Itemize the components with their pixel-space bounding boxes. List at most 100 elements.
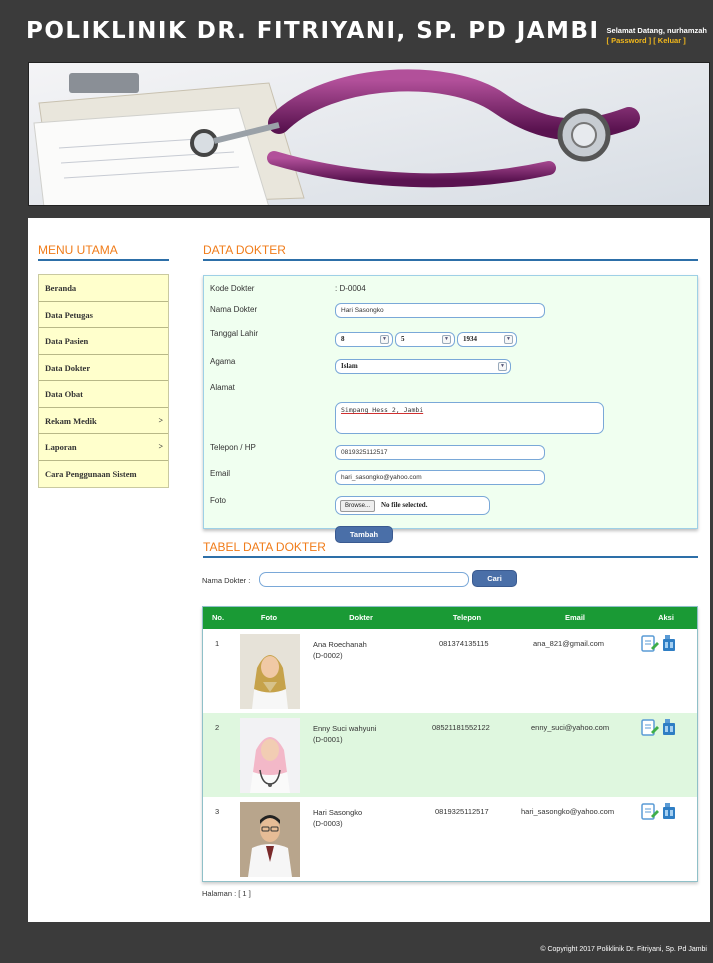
search-input[interactable] <box>259 572 469 587</box>
row-actions <box>640 801 680 823</box>
tanggal-year-select[interactable]: 1934 ▼ <box>457 332 517 347</box>
col-dokter: Dokter <box>349 613 373 622</box>
telepon-input[interactable]: 0819325112517 <box>335 445 545 460</box>
alamat-textarea[interactable]: Simpang Hess 2, Jambi <box>335 402 604 434</box>
doctor-code: (D-0003) <box>313 819 343 828</box>
doctor-photo <box>240 634 300 709</box>
tambah-button[interactable]: Tambah <box>335 526 393 543</box>
table-row: 3 Hari Sasongko (D-0003) 0819325112517 h… <box>203 797 697 881</box>
doctor-name: Ana Roechanah <box>313 640 367 649</box>
email-input[interactable]: hari_sasongko@yahoo.com <box>335 470 545 485</box>
table-title-divider <box>203 556 698 558</box>
menu-title: MENU UTAMA <box>38 243 118 257</box>
doctor-name: Enny Suci wahyuni <box>313 724 377 733</box>
foto-file-input[interactable]: Browse... No file selected. <box>335 496 490 515</box>
edit-icon[interactable] <box>641 719 659 736</box>
submenu-arrow-icon: > <box>158 442 163 451</box>
content-panel: MENU UTAMA Beranda Data Petugas Data Pas… <box>28 218 710 922</box>
col-no: No. <box>211 613 225 622</box>
kode-label: Kode Dokter <box>210 284 255 293</box>
doctor-code: (D-0002) <box>313 651 343 660</box>
nama-input[interactable]: Hari Sasongko <box>335 303 545 318</box>
tanggal-month-select[interactable]: 5 ▼ <box>395 332 455 347</box>
telepon-label: Telepon / HP <box>210 443 256 452</box>
row-actions <box>640 717 680 739</box>
agama-value: Islam <box>341 362 358 370</box>
sidebar-item-label: Rekam Medik <box>45 415 97 426</box>
tanggal-day-select[interactable]: 8 ▼ <box>335 332 393 347</box>
delete-icon[interactable] <box>663 719 675 735</box>
agama-label: Agama <box>210 357 236 366</box>
chevron-down-icon: ▼ <box>504 335 513 344</box>
email-label: Email <box>210 469 231 478</box>
pagination[interactable]: Halaman : [ 1 ] <box>202 889 251 898</box>
doctor-name-cell: Ana Roechanah (D-0002) <box>313 639 367 661</box>
action-icons <box>641 635 675 652</box>
submenu-arrow-icon: > <box>158 415 163 425</box>
stethoscope-banner-illustration <box>29 63 709 205</box>
doctor-code: (D-0001) <box>313 735 343 744</box>
col-telepon: Telepon <box>452 613 482 622</box>
file-status-text: No file selected. <box>381 501 428 509</box>
row-no: 3 <box>215 807 220 816</box>
footer-copyright: © Copyright 2017 Poliklinik Dr. Fitriyan… <box>540 946 707 953</box>
sidebar-item-label: Data Petugas <box>45 309 93 320</box>
col-foto: Foto <box>260 613 278 622</box>
sidebar-item-data-pasien[interactable]: Data Pasien <box>39 328 168 355</box>
kode-value: : D-0004 <box>335 284 366 293</box>
sidebar-item-label: Data Dokter <box>45 362 91 373</box>
doctor-photo <box>240 718 300 793</box>
action-icons <box>641 803 675 820</box>
sidebar-item-laporan[interactable]: Laporan > <box>39 434 168 461</box>
chevron-down-icon: ▼ <box>442 335 451 344</box>
delete-icon[interactable] <box>663 635 675 651</box>
sidebar-item-data-petugas[interactable]: Data Petugas <box>39 301 168 328</box>
search-label: Nama Dokter : <box>202 576 251 585</box>
browse-button[interactable]: Browse... <box>340 500 376 512</box>
sidebar-item-data-obat[interactable]: Data Obat <box>39 381 168 408</box>
tanggal-month-value: 5 <box>401 335 405 343</box>
sidebar-item-data-dokter[interactable]: Data Dokter <box>39 354 168 381</box>
alamat-label: Alamat <box>210 383 235 392</box>
edit-icon[interactable] <box>641 635 659 652</box>
edit-icon[interactable] <box>641 803 659 820</box>
col-email: Email <box>564 613 585 622</box>
doctor-name-cell: Enny Suci wahyuni (D-0001) <box>313 723 376 745</box>
sidebar-item-label: Beranda <box>45 283 77 293</box>
doctor-name-cell: Hari Sasongko (D-0003) <box>313 807 362 829</box>
chevron-down-icon: ▼ <box>498 362 507 371</box>
sidebar-item-label: Cara Penggunaan Sistem <box>45 468 137 479</box>
welcome-text: Selamat Datang, nurhamzah <box>606 26 707 35</box>
table-title: TABEL DATA DOKTER <box>203 540 326 554</box>
doctor-portrait-illustration <box>240 634 300 709</box>
table-row: 1 Ana Roechanah (D-0002) 081374135115 an… <box>203 629 697 713</box>
banner-image <box>28 62 710 206</box>
sidebar-item-cara-penggunaan[interactable]: Cara Penggunaan Sistem <box>39 460 168 487</box>
doctor-portrait-illustration <box>240 802 300 877</box>
sidebar-item-label: Data Pasien <box>45 336 89 346</box>
doctor-portrait-illustration <box>240 718 300 793</box>
doctor-email: enny_suci@yahoo.com <box>531 723 610 732</box>
account-links[interactable]: [ Password ] [ Keluar ] <box>607 36 707 46</box>
row-no: 2 <box>215 723 220 732</box>
delete-icon[interactable] <box>663 803 675 819</box>
cari-button[interactable]: Cari <box>472 570 517 587</box>
sidebar-menu: Beranda Data Petugas Data Pasien Data Do… <box>38 274 169 488</box>
col-aksi: Aksi <box>658 613 674 622</box>
table-header: No. Foto Dokter Telepon Email Aksi <box>203 607 697 629</box>
chevron-down-icon: ▼ <box>380 335 389 344</box>
doctor-email: ana_821@gmail.com <box>533 639 604 648</box>
doctor-name: Hari Sasongko <box>313 808 363 817</box>
sidebar-item-rekam-medik[interactable]: Rekam Medik > <box>39 407 168 434</box>
form-title-divider <box>203 259 698 261</box>
form-title: DATA DOKTER <box>203 243 286 257</box>
table-row: 2 Enny Suci wahyuni (D-0001) 08521181552… <box>203 713 697 797</box>
tanggal-day-value: 8 <box>341 335 345 343</box>
doctor-email: hari_sasongko@yahoo.com <box>521 807 615 816</box>
sidebar-item-beranda[interactable]: Beranda <box>39 275 168 302</box>
welcome-box: Selamat Datang, nurhamzah [ Password ] [… <box>607 26 707 46</box>
agama-select[interactable]: Islam ▼ <box>335 359 511 374</box>
row-no: 1 <box>215 639 220 648</box>
nama-label: Nama Dokter <box>210 305 258 314</box>
doctor-photo <box>240 802 300 877</box>
